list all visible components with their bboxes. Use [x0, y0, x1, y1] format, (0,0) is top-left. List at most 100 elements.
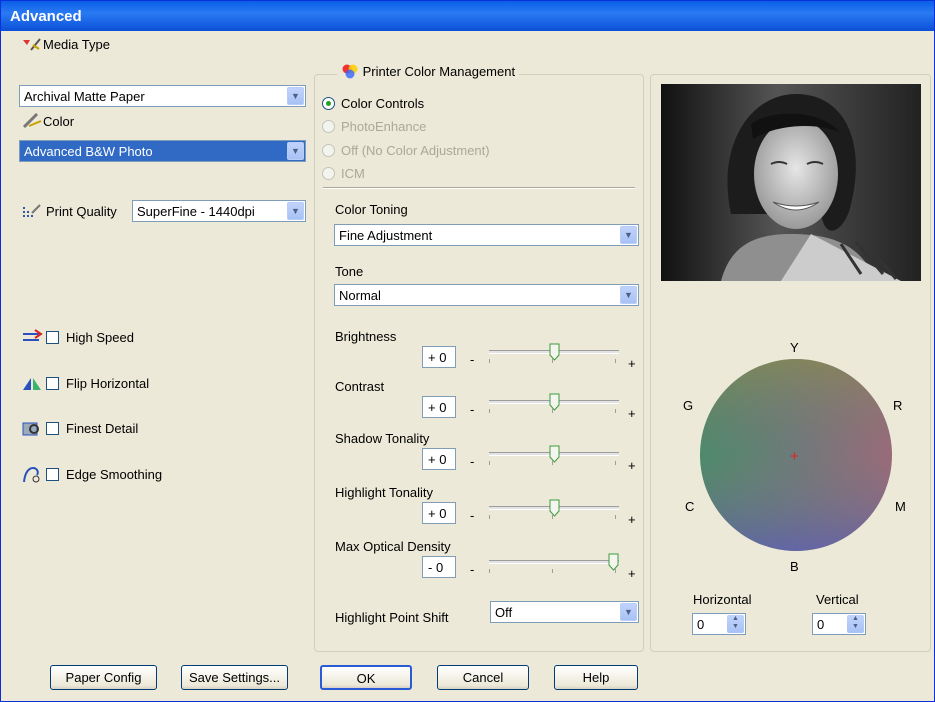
icm-radio[interactable] [322, 167, 335, 180]
vertical-spinner[interactable]: 0 ▲ ▼ [812, 613, 866, 635]
chevron-down-icon[interactable]: ▼ [287, 142, 304, 160]
icm-label: ICM [341, 166, 365, 181]
wheel-label-y: Y [790, 340, 799, 355]
wheel-label-c: C [685, 499, 694, 514]
brightness-minus-sign: - [470, 352, 475, 367]
shadow-tonality-plus-sign: + [628, 458, 636, 473]
brightness-tick [615, 359, 616, 363]
no-color-adjustment-label: Off (No Color Adjustment) [341, 143, 490, 158]
chevron-down-icon[interactable]: ▼ [287, 87, 304, 105]
cancel-button[interactable]: Cancel [437, 665, 529, 690]
edge-smoothing-icon [23, 466, 40, 483]
save-settings-button[interactable]: Save Settings... [181, 665, 288, 690]
brightness-plus-sign: + [628, 356, 636, 371]
shadow-tonality-slider-thumb[interactable] [549, 445, 560, 463]
wheel-label-m: M [895, 499, 906, 514]
print-quality-dropdown[interactable]: SuperFine - 1440dpi ▼ [132, 200, 306, 222]
printer-color-management-group [314, 74, 644, 652]
tone-label: Tone [335, 264, 364, 279]
high-speed-icon [23, 329, 43, 341]
max-optical-density-value[interactable]: - 0 [422, 556, 456, 578]
contrast-plus-sign: + [628, 406, 636, 421]
brightness-label: Brightness [335, 329, 397, 344]
paper-config-button[interactable]: Paper Config [50, 665, 157, 690]
horizontal-value: 0 [697, 617, 705, 632]
printer-color-management-title: Printer Color Management [337, 63, 520, 79]
print-quality-value: SuperFine - 1440dpi [137, 204, 255, 219]
max-optical-density-slider-thumb[interactable] [608, 553, 619, 571]
highlight-point-shift-label: Highlight Point Shift [335, 610, 449, 625]
media-type-dropdown[interactable]: Archival Matte Paper ▼ [19, 85, 306, 107]
highlight-tonality-tick [489, 515, 490, 519]
vertical-label: Vertical [816, 592, 859, 607]
color-value: Advanced B&W Photo [24, 144, 153, 159]
color-dropdown[interactable]: Advanced B&W Photo ▼ [19, 140, 306, 162]
brightness-tick [489, 359, 490, 363]
flip-horizontal-checkbox[interactable] [46, 377, 59, 390]
finest-detail-checkbox[interactable] [46, 422, 59, 435]
shadow-tonality-value[interactable]: + 0 [422, 448, 456, 470]
shadow-tonality-minus-sign: - [470, 454, 475, 469]
photoenhance-label: PhotoEnhance [341, 119, 427, 134]
photoenhance-radio[interactable] [322, 120, 335, 133]
contrast-label: Contrast [335, 379, 385, 394]
highlight-tonality-label: Highlight Tonality [335, 485, 434, 500]
tone-dropdown[interactable]: Normal ▼ [334, 284, 639, 306]
vertical-value: 0 [817, 617, 825, 632]
shadow-tonality-label: Shadow Tonality [335, 431, 430, 446]
divider [323, 187, 635, 189]
media-type-icon [23, 38, 41, 51]
chevron-down-icon[interactable]: ▼ [620, 603, 637, 621]
edge-smoothing-label: Edge Smoothing [66, 467, 163, 482]
wheel-label-b: B [790, 559, 799, 574]
highlight-point-shift-dropdown[interactable]: Off ▼ [490, 601, 639, 623]
media-type-value: Archival Matte Paper [24, 89, 145, 104]
chevron-down-icon[interactable]: ▼ [620, 286, 637, 304]
spin-arrows-icon[interactable]: ▲ ▼ [847, 615, 864, 633]
horizontal-spinner[interactable]: 0 ▲ ▼ [692, 613, 746, 635]
color-management-icon [342, 64, 358, 79]
highlight-tonality-minus-sign: - [470, 508, 475, 523]
contrast-value[interactable]: + 0 [422, 396, 456, 418]
edge-smoothing-checkbox[interactable] [46, 468, 59, 481]
contrast-slider-thumb[interactable] [549, 393, 560, 411]
horizontal-label: Horizontal [693, 592, 752, 607]
contrast-tick [489, 409, 490, 413]
max-optical-density-track [489, 560, 619, 564]
wheel-label-g: G [683, 398, 693, 413]
max-optical-density-minus-sign: - [470, 562, 475, 577]
color-label: Color [43, 114, 75, 129]
max-optical-density-tick [489, 569, 490, 573]
brightness-slider-thumb[interactable] [549, 343, 560, 361]
wheel-label-r: R [893, 398, 902, 413]
ok-button[interactable]: OK [320, 665, 412, 690]
color-toning-dropdown[interactable]: Fine Adjustment ▼ [334, 224, 639, 246]
preview-image [661, 84, 921, 281]
no-color-adjustment-radio[interactable] [322, 144, 335, 157]
max-optical-density-tick [552, 569, 553, 573]
color-icon [22, 112, 42, 129]
highlight-tonality-value[interactable]: + 0 [422, 502, 456, 524]
highlight-tonality-tick [615, 515, 616, 519]
brightness-value[interactable]: + 0 [422, 346, 456, 368]
high-speed-checkbox[interactable] [46, 331, 59, 344]
max-optical-density-label: Max Optical Density [335, 539, 451, 554]
media-type-label: Media Type [43, 37, 110, 52]
chevron-down-icon[interactable]: ▼ [620, 226, 637, 244]
wheel-center-marker[interactable]: + [790, 448, 799, 465]
highlight-point-shift-value: Off [495, 605, 513, 620]
contrast-minus-sign: - [470, 402, 475, 417]
color-controls-label: Color Controls [341, 96, 425, 111]
title-bar: Advanced [1, 1, 934, 31]
max-optical-density-plus-sign: + [628, 566, 636, 581]
spin-arrows-icon[interactable]: ▲ ▼ [727, 615, 744, 633]
chevron-down-icon[interactable]: ▼ [287, 202, 304, 220]
printer-color-management-label: Printer Color Management [362, 64, 516, 79]
color-wheel[interactable]: Y G R C M B + [681, 336, 911, 574]
finest-detail-label: Finest Detail [66, 421, 139, 436]
color-toning-label: Color Toning [335, 202, 408, 217]
color-controls-radio[interactable] [322, 97, 335, 110]
help-button[interactable]: Help [554, 665, 638, 690]
flip-horizontal-label: Flip Horizontal [66, 376, 150, 391]
highlight-tonality-slider-thumb[interactable] [549, 499, 560, 517]
